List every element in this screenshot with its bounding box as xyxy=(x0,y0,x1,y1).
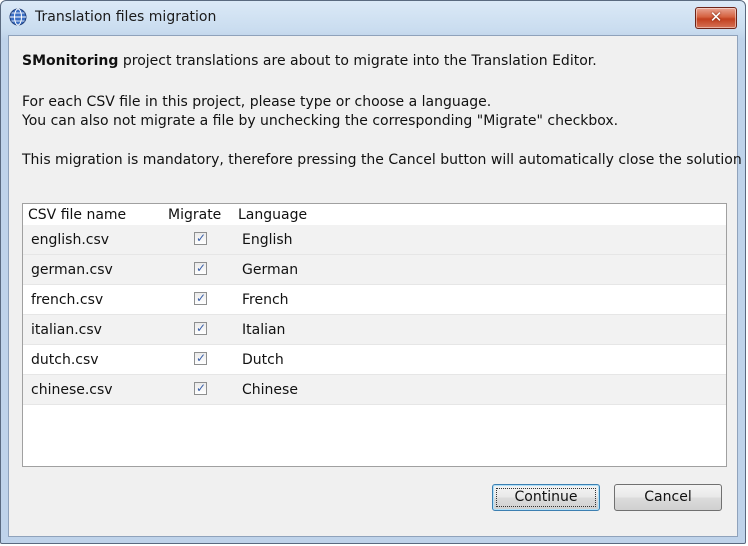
migrate-checkbox[interactable]: ✓ xyxy=(194,261,207,275)
language-cell[interactable]: Italian xyxy=(242,322,285,338)
language-cell[interactable]: French xyxy=(242,292,289,308)
language-cell[interactable]: English xyxy=(242,232,293,248)
migrate-checkbox[interactable]: ✓ xyxy=(194,291,207,305)
checkmark-icon: ✓ xyxy=(196,351,207,365)
intro-message-rest: project translations are about to migrat… xyxy=(118,53,597,69)
table-header: CSV file name Migrate Language xyxy=(23,204,726,226)
table-row[interactable]: dutch.csv ✓ Dutch xyxy=(23,345,726,375)
close-button[interactable]: ✕ xyxy=(695,7,737,29)
table-row[interactable]: chinese.csv ✓ Chinese xyxy=(23,375,726,405)
intro-message: SMonitoring project translations are abo… xyxy=(22,53,597,69)
migrate-checkbox[interactable]: ✓ xyxy=(194,231,207,245)
file-name-cell: chinese.csv xyxy=(31,382,113,398)
continue-button[interactable]: Continue xyxy=(492,484,600,511)
checkmark-icon: ✓ xyxy=(196,261,207,275)
title-bar[interactable]: Translation files migration ✕ xyxy=(1,1,745,35)
mandatory-notice: This migration is mandatory, therefore p… xyxy=(22,152,742,168)
window-title: Translation files migration xyxy=(35,9,217,25)
file-name-cell: dutch.csv xyxy=(31,352,99,368)
checkmark-icon: ✓ xyxy=(196,231,207,245)
language-cell[interactable]: German xyxy=(242,262,298,278)
cancel-button-label: Cancel xyxy=(644,489,692,505)
instruction-line-2: You can also not migrate a file by unche… xyxy=(22,113,619,129)
checkmark-icon: ✓ xyxy=(196,321,207,335)
table-row[interactable]: english.csv ✓ English xyxy=(23,225,726,255)
instruction-line-1: For each CSV file in this project, pleas… xyxy=(22,94,492,110)
migrate-checkbox[interactable]: ✓ xyxy=(194,321,207,335)
migrate-checkbox[interactable]: ✓ xyxy=(194,381,207,395)
table-row[interactable]: german.csv ✓ German xyxy=(23,255,726,285)
checkmark-icon: ✓ xyxy=(196,381,207,395)
column-header-migrate[interactable]: Migrate xyxy=(168,207,221,223)
close-icon: ✕ xyxy=(709,8,723,26)
file-name-cell: french.csv xyxy=(31,292,104,308)
file-name-cell: english.csv xyxy=(31,232,110,248)
focus-rectangle xyxy=(496,488,596,507)
language-cell[interactable]: Dutch xyxy=(242,352,284,368)
project-name: SMonitoring xyxy=(22,53,119,69)
dialog-window: Translation files migration ✕ SMonitorin… xyxy=(0,0,746,544)
column-header-file[interactable]: CSV file name xyxy=(28,207,126,223)
dialog-body: SMonitoring project translations are abo… xyxy=(8,35,742,537)
table-row[interactable]: french.csv ✓ French xyxy=(23,285,726,315)
globe-icon xyxy=(9,8,27,26)
file-name-cell: german.csv xyxy=(31,262,113,278)
table-row[interactable]: italian.csv ✓ Italian xyxy=(23,315,726,345)
file-name-cell: italian.csv xyxy=(31,322,102,338)
language-cell[interactable]: Chinese xyxy=(242,382,298,398)
column-header-language[interactable]: Language xyxy=(238,207,307,223)
cancel-button[interactable]: Cancel xyxy=(614,484,722,511)
csv-files-table[interactable]: CSV file name Migrate Language english.c… xyxy=(22,203,727,467)
migrate-checkbox[interactable]: ✓ xyxy=(194,351,207,365)
checkmark-icon: ✓ xyxy=(196,291,207,305)
